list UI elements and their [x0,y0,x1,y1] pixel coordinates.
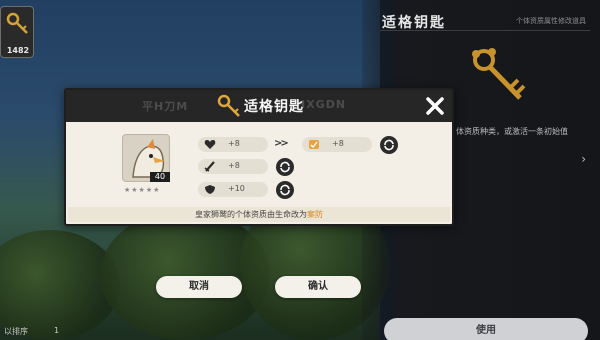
pal-level: 40 [150,172,170,182]
result-message-text: 皇家狮鹫的个体资质由生命改为 [195,210,307,219]
reroll-button[interactable] [276,181,294,199]
item-count: 1482 [6,46,30,55]
dialog-footer: 皇家狮鹫的个体资质由生命改为案防 [68,207,450,222]
dialog-title: 适格钥匙 [244,99,304,115]
key-dialog: 平H刀M HXGDN 适格钥匙 40 ★★★★★ +8 +8 +10 >> +8… [64,88,454,226]
stat-pill-new: +8 [302,137,372,152]
item-title: 适格钥匙 [382,15,446,31]
refresh-icon [384,139,394,151]
divider [380,30,590,31]
use-button[interactable]: 使用 [384,318,588,340]
golden-key-icon [472,48,526,100]
golden-key-icon [6,12,28,34]
result-message: 皇家狮鹫的个体资质由生命改为案防 [68,209,450,220]
header-watermark: 平H刀M [142,100,189,113]
chevron-right-icon: › [581,152,586,166]
stat-value: +8 [228,139,240,148]
stat-value: +8 [228,161,240,170]
stat-value: +10 [228,184,245,193]
inventory-item-slot[interactable]: 1482 [0,6,34,58]
confirm-button[interactable]: 确认 [275,276,361,298]
stat-pill-hp: +8 [198,137,268,152]
detail-row[interactable]: › [450,150,600,170]
sort-label[interactable]: 以排序 [4,326,28,337]
stat-pill-attack: +8 [198,159,268,174]
golden-key-icon [217,94,240,117]
cancel-button[interactable]: 取消 [156,276,242,298]
item-description: 体资质种类，或激活一条初始值 [456,127,568,136]
pal-rank-stars: ★★★★★ [124,186,161,194]
stat-value: +8 [332,139,344,148]
shield-icon [205,185,215,194]
defense-badge-icon [309,140,319,149]
stat-pill-defense: +10 [198,182,268,197]
item-subtitle: 个体资质属性修改道具 [516,17,586,25]
transform-arrows: >> [274,138,289,149]
refresh-icon [280,161,290,173]
close-icon[interactable] [424,95,446,117]
heart-icon [204,140,216,149]
dialog-header: 平H刀M HXGDN 适格钥匙 [66,90,452,122]
result-highlight: 案防 [307,210,323,219]
refresh-icon [280,184,290,196]
sword-icon [204,161,215,172]
reroll-button[interactable] [276,158,294,176]
sort-toggle[interactable]: 1 [54,326,59,335]
reroll-button[interactable] [380,136,398,154]
